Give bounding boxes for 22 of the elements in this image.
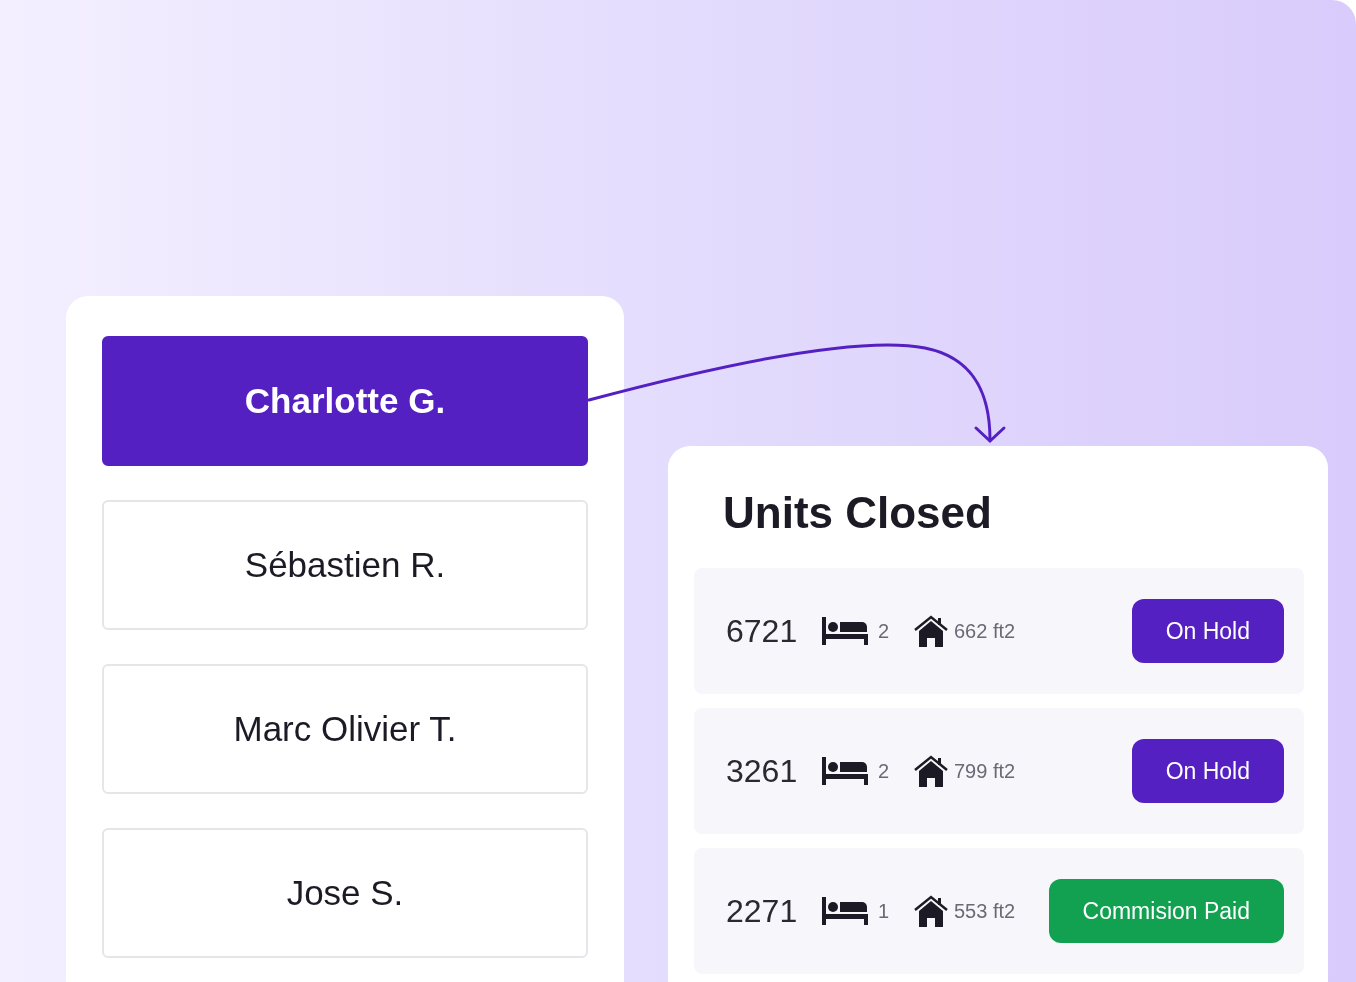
bed-count: 2 <box>878 759 891 783</box>
house-icon <box>914 895 948 927</box>
status-button[interactable]: On Hold <box>1131 599 1284 663</box>
person-button[interactable]: Charlotte G. <box>102 336 588 466</box>
bed-count: 2 <box>878 619 891 643</box>
bed-icon <box>822 897 868 925</box>
unit-area: 662 ft2 <box>954 619 1016 643</box>
bed-count: 1 <box>878 899 891 923</box>
unit-number: 3261 <box>726 752 799 790</box>
house-icon <box>914 615 948 647</box>
status-button[interactable]: On Hold <box>1131 739 1284 803</box>
card-title: Units Closed <box>723 488 993 538</box>
unit-area: 553 ft2 <box>954 899 1016 923</box>
person-button[interactable]: Sébastien R. <box>102 500 588 630</box>
unit-number: 2271 <box>726 892 799 930</box>
person-button[interactable]: Marc Olivier T. <box>102 664 588 794</box>
unit-number: 6721 <box>726 612 799 650</box>
house-icon <box>914 755 948 787</box>
person-button[interactable]: Jose S. <box>102 828 588 958</box>
bed-icon <box>822 757 868 785</box>
bed-icon <box>822 617 868 645</box>
unit-area: 799 ft2 <box>954 759 1016 783</box>
